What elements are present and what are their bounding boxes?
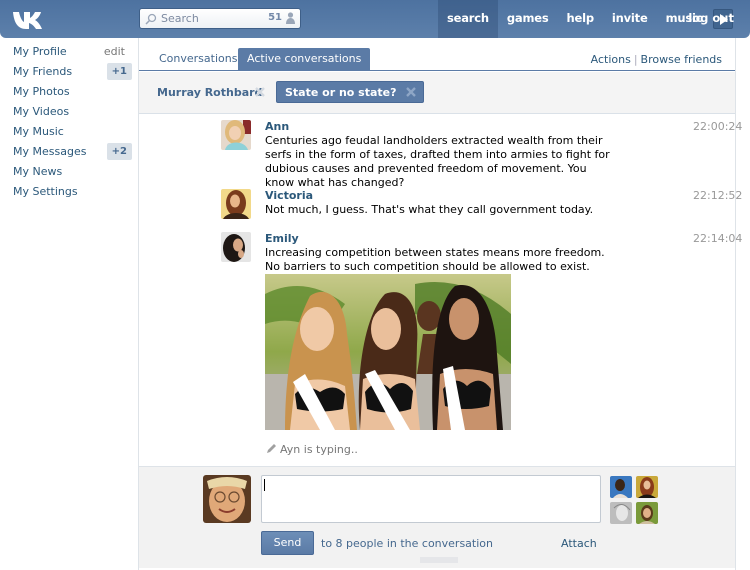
sidebar-item-photos[interactable]: My Photos bbox=[0, 82, 138, 102]
vk-logo[interactable] bbox=[12, 9, 48, 29]
separator: | bbox=[633, 53, 638, 66]
nav-games[interactable]: games bbox=[498, 0, 558, 38]
nav-invite[interactable]: invite bbox=[603, 0, 657, 38]
photo-attachment[interactable] bbox=[265, 274, 511, 430]
sidebar-item-messages[interactable]: My Messages +2 bbox=[0, 142, 138, 162]
message-text: Centuries ago feudal landholders extract… bbox=[265, 134, 610, 189]
pencil-icon bbox=[267, 444, 276, 453]
participant-avatar[interactable] bbox=[636, 502, 658, 524]
resize-handle[interactable] bbox=[420, 557, 458, 563]
sidebar-item-label: My Messages bbox=[13, 145, 87, 158]
participant-avatar[interactable] bbox=[610, 502, 632, 524]
online-friends-count: 51 bbox=[268, 12, 282, 23]
message-author[interactable]: Victoria bbox=[265, 189, 313, 202]
message-time: 22:12:52 bbox=[693, 189, 743, 202]
sidebar-item-videos[interactable]: My Videos bbox=[0, 102, 138, 122]
logout-link[interactable]: log out bbox=[688, 0, 734, 38]
attach-link[interactable]: Attach bbox=[561, 537, 597, 550]
message-composer: Send to 8 people in the conversation Att… bbox=[139, 466, 735, 568]
send-button[interactable]: Send bbox=[261, 531, 314, 555]
sidebar-item-friends[interactable]: My Friends +1 bbox=[0, 62, 138, 82]
friends-badge[interactable]: +1 bbox=[106, 63, 132, 80]
tab-active-conversations[interactable]: Active conversations bbox=[238, 48, 371, 71]
message-author[interactable]: Emily bbox=[265, 232, 299, 245]
participant-avatars bbox=[610, 476, 658, 524]
message-item: Victoria 22:12:52 Not much, I guess. Tha… bbox=[221, 189, 742, 221]
sidebar-item-label: My Settings bbox=[13, 185, 78, 198]
recipients-note: to 8 people in the conversation bbox=[321, 537, 493, 550]
close-topic-icon[interactable] bbox=[405, 87, 416, 97]
nav-help[interactable]: help bbox=[558, 0, 603, 38]
sidebar-item-label: My Music bbox=[13, 125, 64, 138]
typing-text: Ayn is typing.. bbox=[280, 443, 358, 456]
conversation-header: Murray Rothbard State or no state? bbox=[139, 72, 735, 114]
participant-avatar[interactable] bbox=[636, 476, 658, 498]
sidebar-item-label: My Friends bbox=[13, 65, 73, 78]
sidebar-item-profile[interactable]: My Profile edit bbox=[0, 42, 138, 62]
messages-badge[interactable]: +2 bbox=[106, 143, 132, 160]
sidebar-item-label: My Profile bbox=[13, 45, 67, 58]
tab-conversations[interactable]: Conversations bbox=[150, 48, 246, 71]
tab-actions: Actions | Browse friends bbox=[591, 53, 722, 66]
message-item: Emily 22:14:04 Increasing competition be… bbox=[221, 232, 742, 437]
search-box[interactable]: 51 bbox=[139, 8, 301, 29]
message-text: Not much, I guess. That's what they call… bbox=[265, 203, 594, 216]
avatar-victoria[interactable] bbox=[221, 189, 251, 219]
conversation-panel: Conversations Active conversations Actio… bbox=[138, 38, 742, 570]
nav-search[interactable]: search bbox=[438, 0, 498, 38]
sidebar-item-news[interactable]: My News bbox=[0, 162, 138, 182]
sidebar-item-music[interactable]: My Music bbox=[0, 122, 138, 142]
sidebar-item-settings[interactable]: My Settings bbox=[0, 182, 138, 202]
participant-avatar[interactable] bbox=[610, 476, 632, 498]
typing-indicator: Ayn is typing.. bbox=[266, 443, 358, 456]
message-text: Increasing competition between states me… bbox=[265, 246, 605, 273]
message-time: 22:14:04 bbox=[693, 232, 743, 245]
search-input[interactable] bbox=[161, 11, 261, 26]
text-caret bbox=[264, 479, 265, 491]
message-item: Ann 22:00:24 Centuries ago feudal landho… bbox=[221, 120, 742, 189]
message-author[interactable]: Ann bbox=[265, 120, 289, 133]
actions-link[interactable]: Actions bbox=[591, 53, 631, 66]
remove-participant-icon[interactable] bbox=[255, 87, 265, 97]
edit-profile-link[interactable]: edit bbox=[104, 42, 125, 62]
message-list: Ann 22:00:24 Centuries ago feudal landho… bbox=[139, 115, 742, 465]
sidebar-item-label: My Videos bbox=[13, 105, 70, 118]
avatar-emily[interactable] bbox=[221, 232, 251, 262]
message-time: 22:00:24 bbox=[693, 120, 743, 133]
conversation-topic-chip[interactable]: State or no state? bbox=[276, 81, 424, 103]
sidebar: My Profile edit My Friends +1 My Photos … bbox=[0, 42, 138, 202]
message-input[interactable] bbox=[261, 475, 601, 523]
person-icon bbox=[286, 12, 295, 24]
conversation-topic: State or no state? bbox=[285, 86, 397, 99]
browse-friends-link[interactable]: Browse friends bbox=[641, 53, 722, 66]
sidebar-item-label: My News bbox=[13, 165, 63, 178]
search-icon bbox=[145, 13, 157, 25]
avatar-ann[interactable] bbox=[221, 120, 251, 150]
participant-name[interactable]: Murray Rothbard bbox=[157, 86, 262, 99]
tabs-bar: Conversations Active conversations Actio… bbox=[139, 38, 735, 71]
my-avatar[interactable] bbox=[203, 475, 251, 523]
sidebar-item-label: My Photos bbox=[13, 85, 70, 98]
top-header: 51 search games help invite music log ou… bbox=[0, 0, 750, 38]
